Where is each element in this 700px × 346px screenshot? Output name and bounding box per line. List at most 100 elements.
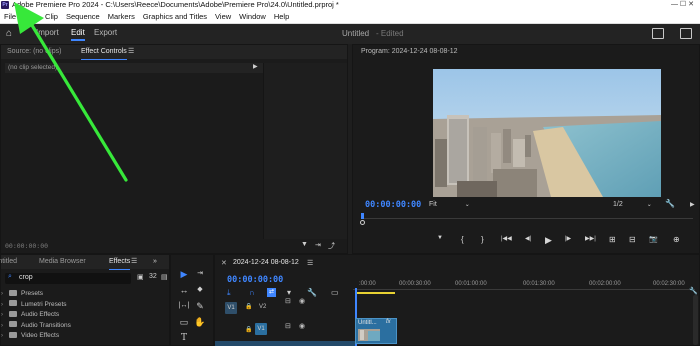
- effects-search-input[interactable]: crop: [19, 274, 33, 281]
- expand-arrow-icon[interactable]: ▶: [253, 63, 258, 70]
- tab-effects[interactable]: Effects: [109, 255, 131, 270]
- type-tool-button[interactable]: T: [177, 331, 191, 345]
- go-to-in-button[interactable]: |◀◀: [501, 235, 512, 242]
- slip-tool-button[interactable]: |↔|: [177, 299, 191, 313]
- program-video-frame[interactable]: [433, 69, 661, 197]
- mark-in-button[interactable]: {: [461, 235, 464, 244]
- tab-project[interactable]: Untitled: [0, 255, 17, 269]
- share-icon[interactable]: [652, 28, 664, 39]
- time-ruler[interactable]: :00:00 00:00:30:00 00:01:00:00 00:01:30:…: [353, 281, 700, 295]
- panel-menu-icon[interactable]: ☰: [131, 255, 137, 269]
- list-item-label: Lumetri Presets: [21, 300, 67, 308]
- menu-graphics-and-titles[interactable]: Graphics and Titles: [139, 10, 211, 24]
- panel-options-icon[interactable]: ⤴: [328, 241, 335, 251]
- ripple-edit-tool-button[interactable]: ↔: [177, 283, 191, 297]
- linked-selection-icon[interactable]: ⇄: [267, 288, 276, 297]
- pen-tool-button[interactable]: ✎: [193, 299, 207, 313]
- selection-tool-button[interactable]: ▶: [177, 267, 191, 281]
- timeline-scrollbar[interactable]: [693, 295, 698, 345]
- menu-help[interactable]: Help: [270, 10, 293, 24]
- panel-overflow-icon[interactable]: »: [153, 255, 157, 269]
- add-marker-button[interactable]: ▼: [437, 235, 443, 241]
- ruler-label: 00:02:00:00: [589, 281, 621, 287]
- track-target-label[interactable]: V1: [255, 323, 267, 335]
- export-frame-icon[interactable]: ⇥: [315, 241, 321, 249]
- razor-tool-button[interactable]: ◆: [193, 283, 207, 297]
- clip-name: Untitl...: [358, 320, 377, 326]
- 32bit-effects-icon[interactable]: 32: [149, 273, 157, 280]
- zoom-handle[interactable]: [360, 220, 365, 225]
- folder-icon: [9, 289, 17, 296]
- resolution-dropdown[interactable]: 1/2 ⌄: [613, 201, 652, 208]
- expand-arrow-icon[interactable]: ▶: [690, 201, 695, 208]
- ruler-line: [353, 289, 695, 290]
- lock-icon[interactable]: 🔒: [245, 303, 252, 310]
- source-timecode: 00:00:00:00: [5, 242, 49, 250]
- step-forward-button[interactable]: |▶: [565, 235, 571, 242]
- step-back-button[interactable]: ◀|: [525, 235, 531, 242]
- scrubber-track: [361, 218, 693, 219]
- eye-icon[interactable]: ◉: [299, 297, 305, 305]
- extract-button[interactable]: ⊟: [629, 235, 636, 244]
- captions-icon[interactable]: ▭: [331, 288, 339, 297]
- source-patch-label[interactable]: V1: [225, 302, 237, 314]
- snap-magnet-icon[interactable]: ∩: [249, 288, 255, 297]
- timeline-settings-wrench-icon[interactable]: 🔧: [307, 288, 317, 297]
- hand-tool-button[interactable]: ✋: [193, 315, 207, 329]
- eye-icon[interactable]: ◉: [299, 322, 305, 330]
- list-item[interactable]: › Presets: [1, 289, 169, 300]
- list-item[interactable]: › Audio Effects: [1, 310, 169, 321]
- effects-list: › Presets › Lumetri Presets › Audio Effects…: [1, 289, 169, 342]
- sync-lock-icon[interactable]: ⊟: [285, 297, 291, 305]
- chevron-right-icon: ›: [1, 312, 3, 318]
- rectangle-tool-button[interactable]: ▭: [177, 315, 191, 329]
- filter-icon[interactable]: ▼: [301, 241, 308, 248]
- folder-icon: [9, 321, 17, 327]
- yuv-effects-icon[interactable]: ▤: [161, 273, 168, 281]
- list-item[interactable]: › Video Effects: [1, 331, 169, 342]
- program-scrubber[interactable]: [360, 213, 693, 225]
- clip-thumbnail-tower: [360, 330, 364, 340]
- list-item[interactable]: › Lumetri Presets: [1, 300, 169, 311]
- fullscreen-icon[interactable]: [680, 28, 692, 39]
- ruler-label: 00:02:30:00: [653, 281, 685, 287]
- folder-icon: [9, 300, 17, 306]
- fit-dropdown[interactable]: Fit ⌄: [429, 201, 470, 208]
- add-marker-icon[interactable]: ▾: [287, 288, 291, 297]
- chevron-right-icon: ›: [1, 291, 3, 297]
- program-timecode[interactable]: 00:00:00:00: [365, 200, 421, 210]
- video-clip[interactable]: Untitl... fx: [355, 318, 397, 344]
- sync-lock-icon[interactable]: ⊟: [285, 322, 291, 330]
- export-frame-camera-icon[interactable]: 📷: [649, 235, 658, 243]
- lift-button[interactable]: ⊞: [609, 235, 616, 244]
- arrow-head: [14, 2, 44, 34]
- project-title: Untitled: [342, 29, 370, 38]
- playhead-marker[interactable]: [361, 213, 364, 219]
- panel-menu-icon[interactable]: ☰: [307, 259, 313, 267]
- program-title[interactable]: Program: 2024-12-24 08-08-12: [361, 45, 458, 59]
- track-header-v2: V1 🔒 V2 ⊟ ◉: [223, 297, 353, 317]
- sequence-tab[interactable]: 2024-12-24 08-08-12: [233, 259, 299, 266]
- wrench-icon[interactable]: 🔧: [689, 287, 698, 295]
- button-editor-icon[interactable]: ⊕: [673, 235, 680, 244]
- clip-thumbnail-sea: [368, 331, 380, 341]
- track-header-a1[interactable]: [215, 341, 355, 346]
- close-icon[interactable]: ✕: [221, 259, 227, 267]
- tab-media-browser[interactable]: Media Browser: [39, 255, 86, 269]
- play-button[interactable]: ▶: [545, 235, 552, 246]
- effects-search-field[interactable]: ⌕ crop: [5, 273, 131, 284]
- window-controls[interactable]: — ☐ ✕: [671, 0, 694, 10]
- search-icon: ⌕: [8, 273, 12, 280]
- timeline-timecode[interactable]: 00:00:00:00: [227, 275, 283, 285]
- menu-view[interactable]: View: [211, 10, 235, 24]
- menu-window[interactable]: Window: [235, 10, 270, 24]
- settings-wrench-icon[interactable]: 🔧: [665, 199, 675, 208]
- work-area-bar[interactable]: [357, 292, 395, 294]
- accelerated-effects-icon[interactable]: ▣: [137, 273, 144, 281]
- list-item[interactable]: › Audio Transitions: [1, 321, 169, 332]
- track-select-tool-button[interactable]: ⇥: [193, 267, 207, 281]
- mark-out-button[interactable]: }: [481, 235, 484, 244]
- lock-icon[interactable]: 🔒: [245, 326, 252, 333]
- go-to-out-button[interactable]: ▶▶|: [585, 235, 596, 242]
- insert-overwrite-icon[interactable]: ⤓: [227, 288, 231, 298]
